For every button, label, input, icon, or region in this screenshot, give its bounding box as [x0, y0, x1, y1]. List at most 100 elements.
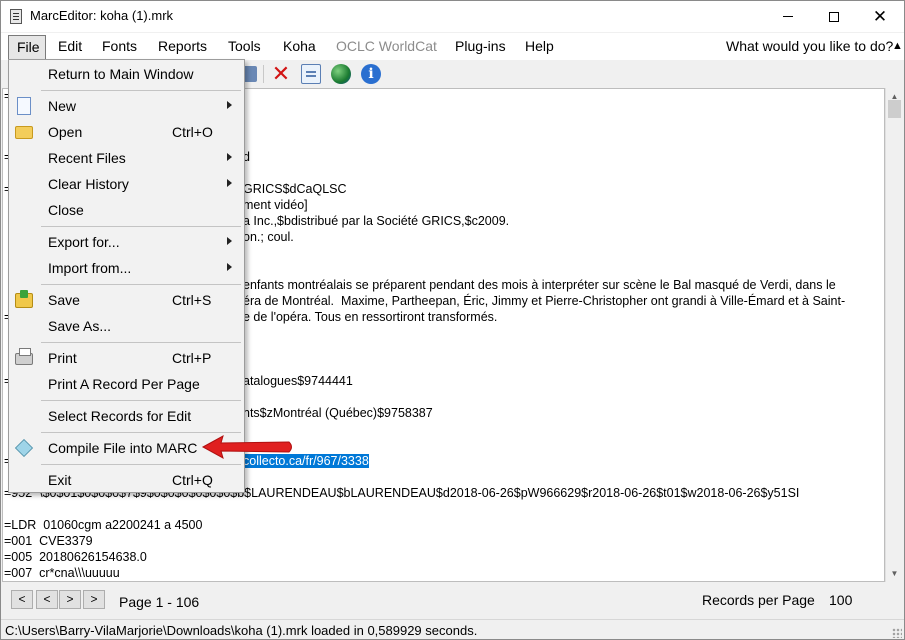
menu-help[interactable]: Help [525, 38, 554, 54]
scrollbar-thumb[interactable] [888, 100, 901, 118]
window-title: MarcEditor: koha (1).mrk [30, 8, 174, 23]
menu-item-close[interactable]: Close [9, 197, 244, 223]
status-bar: C:\Users\Barry-VilaMarjorie\Downloads\ko… [1, 619, 904, 639]
pager-bar: < < > > Page 1 - 106 Records per Page 10… [1, 584, 904, 618]
menu-item-label: Save As... [48, 318, 112, 334]
submenu-arrow-icon [227, 153, 232, 161]
menu-item-recent-files[interactable]: Recent Files [9, 145, 244, 171]
menu-item-label: Clear History [48, 176, 129, 192]
editor-line: e de l'opéra. Tous en ressortiront trans… [243, 310, 498, 324]
records-per-page-value[interactable]: 100 [829, 592, 852, 608]
last-page-button[interactable]: > [83, 590, 105, 609]
menu-item-select-records-for-edit[interactable]: Select Records for Edit [9, 403, 244, 429]
menu-separator [41, 432, 241, 433]
save-icon [15, 290, 33, 308]
maximize-icon [829, 11, 839, 22]
menu-item-label: Return to Main Window [48, 66, 194, 82]
menu-oclc-worldcat: OCLC WorldCat [336, 38, 437, 54]
editor-line: enfants montréalais se préparent pendant… [243, 278, 836, 292]
menu-koha[interactable]: Koha [283, 38, 316, 54]
new-document-icon [17, 97, 31, 115]
editor-line: ment vidéo] [243, 198, 308, 212]
menu-item-label: Close [48, 202, 84, 218]
open-folder-icon [15, 126, 33, 139]
menu-edit[interactable]: Edit [58, 38, 82, 54]
menu-item-open[interactable]: Open Ctrl+O [9, 119, 244, 145]
records-per-page-label: Records per Page [702, 592, 815, 608]
globe-icon[interactable] [331, 64, 351, 84]
menu-item-label: Recent Files [48, 150, 126, 166]
submenu-arrow-icon [227, 179, 232, 187]
first-page-button[interactable]: < [11, 590, 33, 609]
minimize-button[interactable] [765, 1, 811, 32]
menu-separator [41, 464, 241, 465]
document-icon[interactable] [301, 64, 321, 84]
maximize-button[interactable] [811, 1, 857, 32]
menu-separator [41, 284, 241, 285]
menu-reports[interactable]: Reports [158, 38, 207, 54]
minimize-icon [783, 16, 793, 17]
menu-item-label: Save [48, 292, 80, 308]
editor-line: on.; coul. [243, 230, 294, 244]
scroll-down-icon[interactable]: ▼ [886, 565, 903, 582]
vertical-scrollbar[interactable]: ▲ ▼ [885, 88, 902, 582]
editor-line: =001 CVE3379 [4, 534, 93, 548]
close-button[interactable]: ✕ [857, 1, 903, 32]
menu-item-label: Compile File into MARC [48, 440, 198, 456]
menu-item-clear-history[interactable]: Clear History [9, 171, 244, 197]
marceditor-window: MarcEditor: koha (1).mrk ✕ File Edit Fon… [0, 0, 905, 640]
editor-line: éra de Montréal. Maxime, Partheepan, Éri… [243, 294, 846, 308]
menu-item-label: Open [48, 124, 83, 140]
menu-item-export-for[interactable]: Export for... [9, 229, 244, 255]
resize-grip-icon[interactable] [892, 628, 902, 638]
menu-bar: File Edit Fonts Reports Tools Koha OCLC … [1, 33, 904, 60]
menu-item-shortcut: Ctrl+O [172, 124, 213, 140]
menu-separator [41, 342, 241, 343]
menu-separator [41, 226, 241, 227]
delete-icon[interactable]: ✕ [271, 63, 291, 85]
submenu-arrow-icon [227, 101, 232, 109]
menu-item-label: Exit [48, 472, 72, 488]
file-menu-dropdown: Return to Main Window New Open Ctrl+O Re… [8, 59, 245, 493]
menu-item-shortcut: Ctrl+P [172, 350, 212, 366]
next-page-button[interactable]: > [59, 590, 81, 609]
printer-icon [15, 348, 33, 365]
page-indicator: Page 1 - 106 [119, 594, 200, 610]
close-icon: ✕ [872, 7, 888, 26]
editor-line: a Inc.,$bdistribué par la Société GRICS,… [243, 214, 510, 228]
menu-item-new[interactable]: New [9, 93, 244, 119]
menu-item-save[interactable]: Save Ctrl+S [9, 287, 244, 313]
menu-item-exit[interactable]: Exit Ctrl+Q [9, 467, 244, 493]
toolbar-partial-icon[interactable] [243, 66, 257, 82]
menu-separator [41, 400, 241, 401]
editor-line: nts$zMontréal (Québec)$9758387 [243, 406, 433, 420]
editor-line: atalogues$9744441 [243, 374, 353, 388]
previous-page-button[interactable]: < [36, 590, 58, 609]
menu-tools[interactable]: Tools [228, 38, 261, 54]
menu-fonts[interactable]: Fonts [102, 38, 137, 54]
menu-item-label: New [48, 98, 77, 114]
menu-file-label: File [17, 39, 40, 55]
status-text: C:\Users\Barry-VilaMarjorie\Downloads\ko… [5, 623, 478, 638]
menu-file[interactable]: File [8, 35, 46, 60]
annotation-arrow-icon [201, 434, 292, 460]
menu-item-label: Print [48, 350, 77, 366]
title-bar: MarcEditor: koha (1).mrk ✕ [1, 1, 904, 32]
menu-item-return-to-main-window[interactable]: Return to Main Window [9, 61, 244, 87]
editor-line: =005 20180626154638.0 [4, 550, 147, 564]
menu-item-label: Import from... [48, 260, 132, 276]
editor-line: =007 cr*cna\\\uuuuu [4, 566, 120, 580]
chevron-up-icon[interactable]: ▲ [892, 40, 903, 52]
editor-line: =LDR 01060cgm a2200241 a 4500 [4, 518, 203, 532]
menu-item-print-record-per-page[interactable]: Print A Record Per Page [9, 371, 244, 397]
info-icon[interactable]: i [361, 64, 381, 84]
menu-plugins[interactable]: Plug-ins [455, 38, 506, 54]
menu-item-import-from[interactable]: Import from... [9, 255, 244, 281]
submenu-arrow-icon [227, 237, 232, 245]
submenu-arrow-icon [227, 263, 232, 271]
help-search-prompt[interactable]: What would you like to do? [726, 38, 893, 54]
menu-item-shortcut: Ctrl+Q [172, 472, 213, 488]
menu-item-print[interactable]: Print Ctrl+P [9, 345, 244, 371]
compile-icon [14, 438, 34, 458]
menu-item-save-as[interactable]: Save As... [9, 313, 244, 339]
